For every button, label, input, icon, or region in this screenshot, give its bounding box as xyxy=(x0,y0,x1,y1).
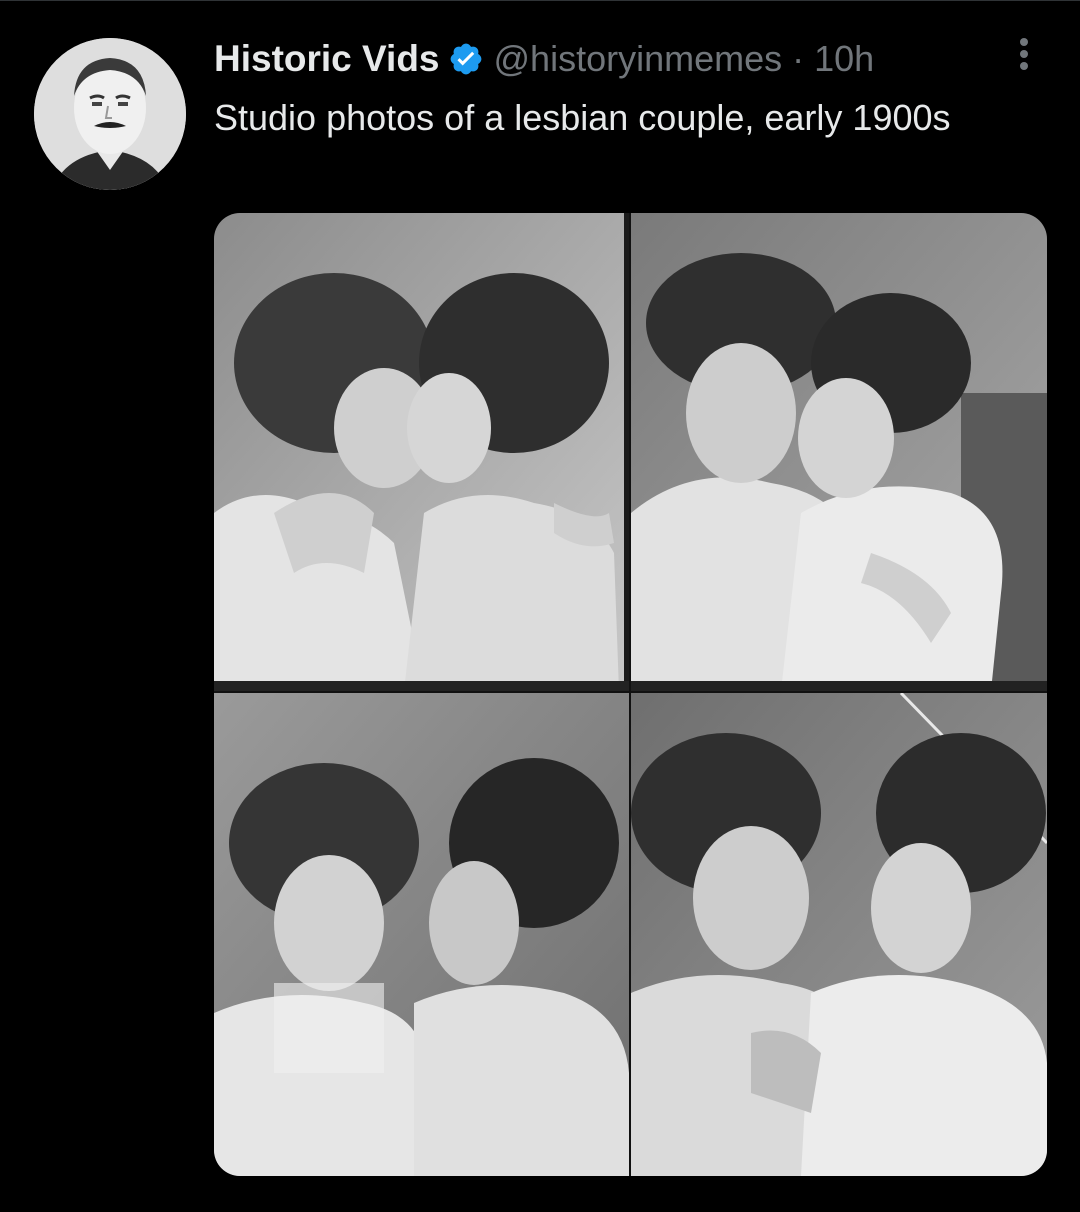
photo-3[interactable] xyxy=(214,693,629,1176)
photo-image xyxy=(214,693,629,1176)
tweet-header: Historic Vids @historyinmemes · 10h xyxy=(214,34,874,84)
tweet[interactable]: Historic Vids @historyinmemes · 10h Stud… xyxy=(0,0,1080,1212)
verified-badge-icon xyxy=(448,41,484,77)
divider xyxy=(0,0,1080,1)
photo-image xyxy=(631,213,1047,691)
separator-dot: · xyxy=(792,38,805,79)
more-options-icon[interactable] xyxy=(1004,34,1044,74)
photo-image xyxy=(631,693,1047,1176)
avatar[interactable] xyxy=(34,38,186,190)
timestamp[interactable]: 10h xyxy=(814,38,874,80)
display-name[interactable]: Historic Vids xyxy=(214,38,440,80)
photo-image xyxy=(214,213,629,691)
photo-2[interactable] xyxy=(631,213,1047,691)
user-handle[interactable]: @historyinmemes xyxy=(494,38,783,80)
photo-4[interactable] xyxy=(631,693,1047,1176)
media-grid[interactable] xyxy=(214,213,1047,1176)
tweet-text: Studio photos of a lesbian couple, early… xyxy=(214,97,951,138)
photo-1[interactable] xyxy=(214,213,629,691)
portrait-avatar-icon xyxy=(34,38,186,190)
